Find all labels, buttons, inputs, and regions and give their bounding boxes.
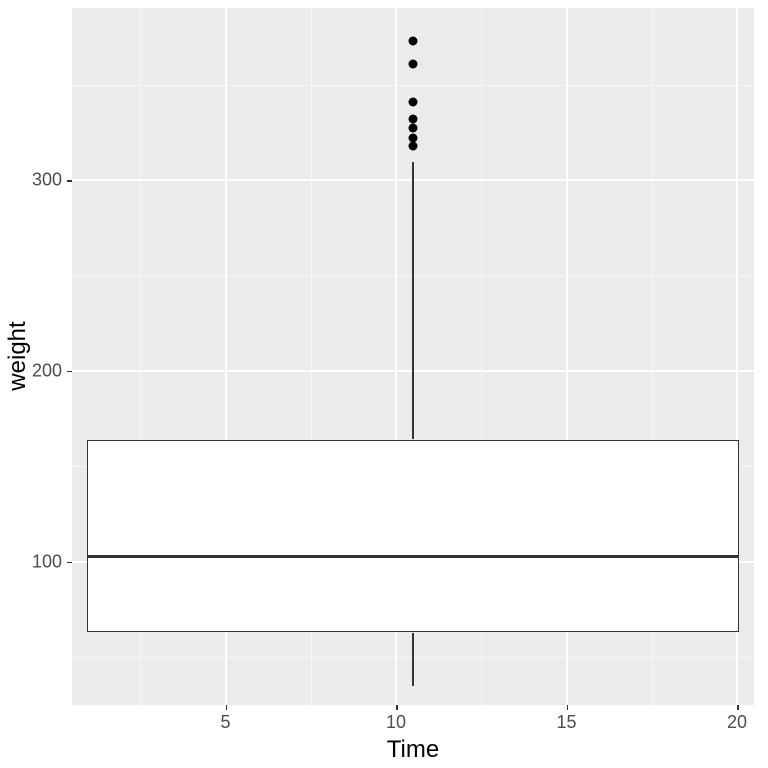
outlier bbox=[408, 133, 417, 142]
outlier bbox=[408, 59, 417, 68]
y-tick-label: 200 bbox=[32, 360, 62, 381]
y-tick-label: 100 bbox=[32, 551, 62, 572]
tick-y bbox=[67, 180, 72, 182]
box bbox=[87, 440, 739, 633]
boxplot-chart: 100 200 300 5 10 15 20 weight Time bbox=[0, 0, 768, 768]
y-tick-label: 300 bbox=[32, 170, 62, 191]
outlier bbox=[408, 97, 417, 106]
lower-whisker bbox=[412, 633, 414, 686]
tick-x bbox=[567, 705, 569, 710]
x-tick-label: 20 bbox=[727, 712, 747, 733]
outlier bbox=[408, 114, 417, 123]
tick-y bbox=[67, 562, 72, 564]
tick-y bbox=[67, 371, 72, 373]
upper-whisker bbox=[412, 162, 414, 440]
y-axis-title: weight bbox=[4, 321, 32, 390]
tick-x bbox=[396, 705, 398, 710]
x-axis-title: Time bbox=[387, 736, 439, 764]
outlier bbox=[408, 36, 417, 45]
outlier bbox=[408, 141, 417, 150]
tick-x bbox=[226, 705, 228, 710]
outlier bbox=[408, 124, 417, 133]
median-line bbox=[87, 555, 739, 558]
x-tick-label: 5 bbox=[220, 712, 230, 733]
x-tick-label: 15 bbox=[556, 712, 576, 733]
x-tick-label: 10 bbox=[386, 712, 406, 733]
tick-x bbox=[737, 705, 739, 710]
